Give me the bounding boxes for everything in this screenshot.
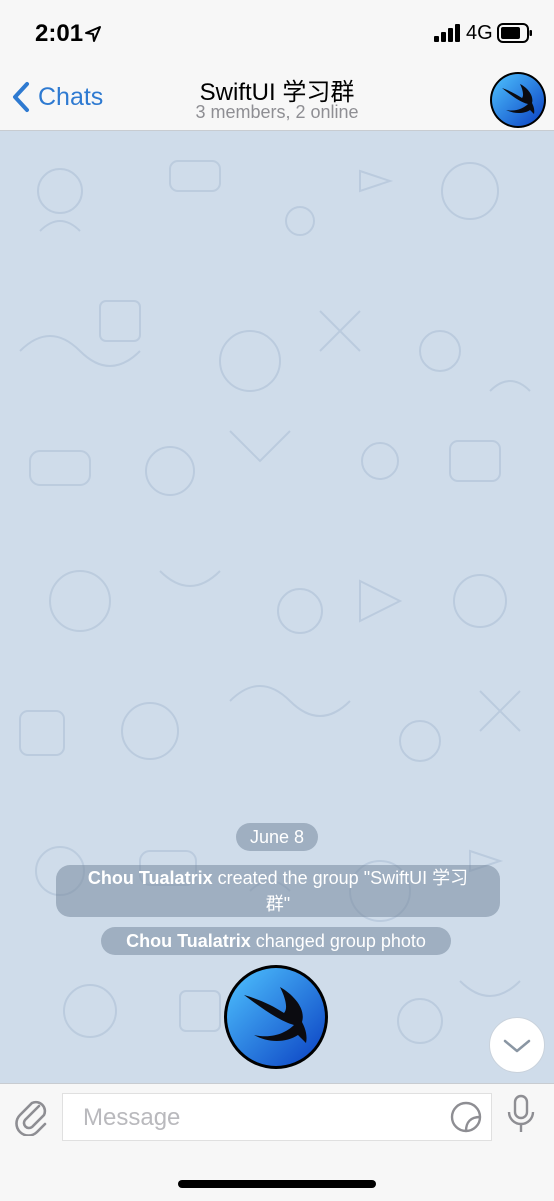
group-photo[interactable] <box>224 965 328 1069</box>
chat-subtitle: 3 members, 2 online <box>195 102 359 122</box>
input-bar <box>0 1083 554 1201</box>
event-text: created the group "SwiftUI 学习 <box>212 868 469 888</box>
status-time: 2:01 <box>35 20 84 47</box>
date-separator: June 8 <box>236 823 318 851</box>
group-avatar[interactable] <box>490 72 546 128</box>
service-message-created: Chou Tualatrix created the group "SwiftU… <box>56 865 500 917</box>
signal-bars-icon <box>434 24 460 42</box>
event-text: changed group photo <box>250 931 426 951</box>
nav-bar: Chats SwiftUI 学习群 3 members, 2 online <box>0 66 554 131</box>
paperclip-icon[interactable] <box>14 1096 50 1136</box>
home-indicator <box>178 1180 376 1188</box>
status-bar: 2:01 4G <box>0 0 554 66</box>
message-field[interactable] <box>62 1093 492 1141</box>
chevron-down-icon <box>503 1039 531 1053</box>
battery-icon <box>497 23 532 43</box>
event-text-cont: 群" <box>265 894 291 914</box>
location-arrow-icon <box>85 26 101 42</box>
event-actor[interactable]: Chou Tualatrix <box>126 931 251 951</box>
service-message-photo: Chou Tualatrix changed group photo <box>101 927 451 955</box>
microphone-icon[interactable] <box>506 1094 536 1136</box>
scroll-to-bottom-button[interactable] <box>489 1017 545 1073</box>
network-type: 4G <box>466 22 493 44</box>
message-input[interactable] <box>81 1102 425 1134</box>
chat-area[interactable]: June 8 Chou Tualatrix created the group … <box>0 131 554 1083</box>
event-actor[interactable]: Chou Tualatrix <box>88 868 213 888</box>
sticker-icon[interactable] <box>449 1100 483 1134</box>
